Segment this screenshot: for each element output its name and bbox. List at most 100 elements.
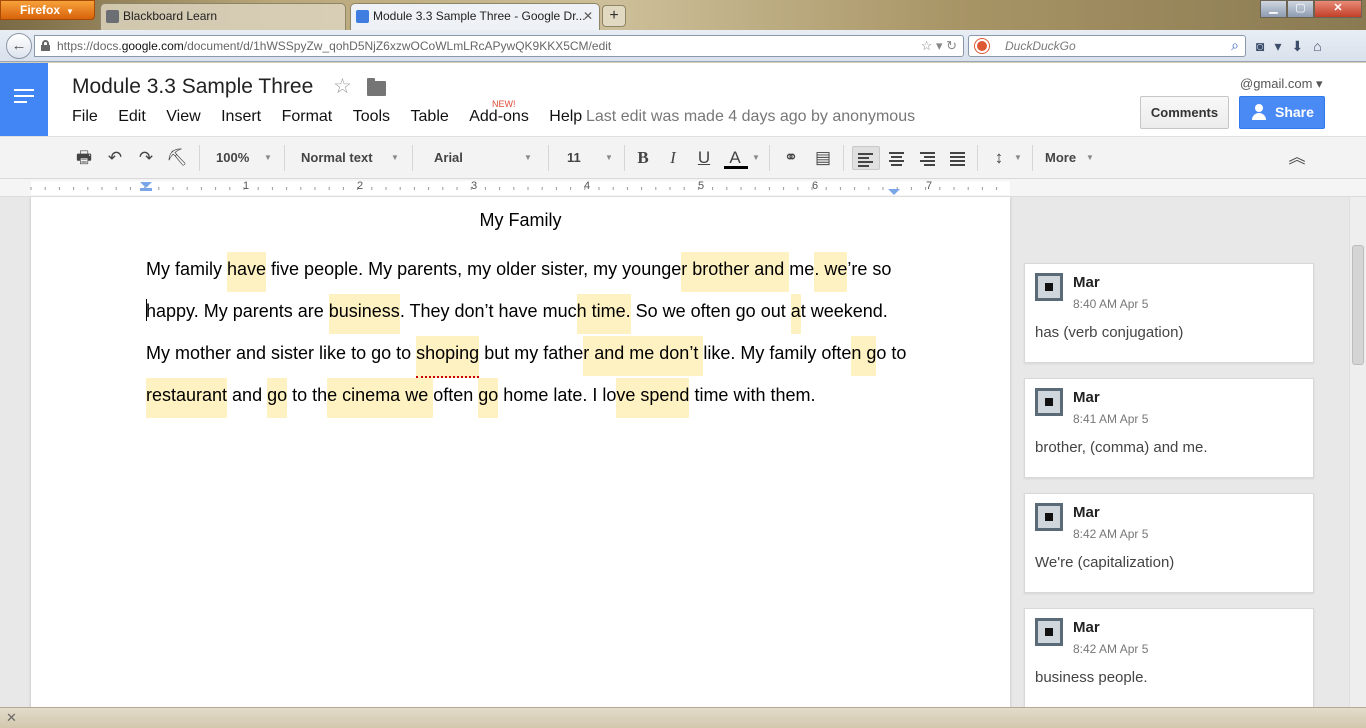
duckduckgo-icon xyxy=(975,39,989,53)
search-icon[interactable]: ⌕ xyxy=(1231,37,1239,54)
menu-view[interactable]: View xyxy=(166,108,200,126)
text-run: My family xyxy=(146,259,227,279)
avatar xyxy=(1035,503,1063,531)
bookmark-star-icon[interactable]: ☆ ▾ ↻ xyxy=(921,38,957,54)
more-button[interactable]: More ▼ xyxy=(1045,146,1097,170)
menu-insert[interactable]: Insert xyxy=(221,108,261,126)
style-select[interactable]: Normal text ▼ xyxy=(301,146,403,170)
align-center-button[interactable] xyxy=(884,146,910,170)
ruler-number: 6 xyxy=(812,180,819,192)
tab-google-docs[interactable]: Module 3.3 Sample Three - Google Dr... ✕ xyxy=(350,3,600,30)
comment-author: Mar xyxy=(1073,619,1100,636)
tab-blackboard[interactable]: Blackboard Learn xyxy=(100,3,346,30)
editing-toolbar: 🖶 ↶ ↷ ⛏ 100% ▼ Normal text ▼ Arial ▼ 11 ▼ B … xyxy=(0,136,1366,179)
text-color-button[interactable]: A xyxy=(723,146,748,170)
align-left-icon xyxy=(858,153,873,169)
document-line: My mother and sister like to go to shopi… xyxy=(146,332,936,378)
menu-format[interactable]: Format xyxy=(282,108,333,126)
scrollbar-thumb[interactable] xyxy=(1352,245,1364,365)
vertical-scrollbar[interactable] xyxy=(1349,197,1366,707)
search-bar[interactable]: DuckDuckGo ⌕ xyxy=(968,35,1246,57)
last-edit-link[interactable]: Last edit was made 4 days ago by anonymo… xyxy=(586,108,915,126)
redo-icon[interactable]: ↷ xyxy=(134,146,158,170)
ruler-number: 5 xyxy=(698,180,705,192)
comment-highlight: h time. xyxy=(576,294,631,334)
comment-icon[interactable]: ▤ xyxy=(811,146,835,170)
line-spacing-icon[interactable]: ↕ xyxy=(987,146,1011,170)
comments-panel: Mar 8:40 AM Apr 5 has (verb conjugation)… xyxy=(1024,263,1314,707)
toolbar-extension-icons[interactable]: ◙▾⬇⌂ xyxy=(1256,38,1332,55)
account-switcher[interactable]: @gmail.com ▾ xyxy=(1240,76,1323,92)
document-body[interactable]: My family have five people. My parents, … xyxy=(146,248,936,418)
zoom-select[interactable]: 100% ▼ xyxy=(216,146,276,170)
lock-icon xyxy=(41,40,50,51)
comment-text: We're (capitalization) xyxy=(1035,554,1175,571)
close-tab-icon[interactable]: ✕ xyxy=(583,4,593,28)
font-select[interactable]: Arial ▼ xyxy=(434,146,534,170)
comment-highlight: go xyxy=(478,378,499,418)
share-button[interactable]: Share xyxy=(1239,96,1325,129)
comment-text: business people. xyxy=(1035,669,1148,686)
comment-highlight: n g xyxy=(851,336,877,376)
text-run: ’re so xyxy=(847,259,892,279)
bold-button[interactable]: B xyxy=(631,146,655,170)
menu-help[interactable]: Help xyxy=(549,108,582,126)
new-tab-button[interactable]: + xyxy=(602,5,626,27)
font-size-select[interactable]: 11 ▼ xyxy=(567,146,617,170)
italic-button[interactable]: I xyxy=(661,146,685,170)
comment-time: 8:42 AM Apr 5 xyxy=(1073,642,1149,656)
text-run: t weekend. xyxy=(800,301,888,321)
menu-add-ons[interactable]: Add-ons xyxy=(469,108,529,126)
comment-highlight: ve spend xyxy=(616,378,690,418)
docs-logo-icon[interactable] xyxy=(0,63,48,136)
line-spacing-dropdown[interactable]: ▼ xyxy=(1011,146,1025,170)
star-icon[interactable]: ☆ xyxy=(333,74,352,99)
text-run: home late. I lo xyxy=(498,385,617,405)
menu-edit[interactable]: Edit xyxy=(118,108,146,126)
link-icon[interactable]: ⚭ xyxy=(779,146,803,170)
undo-icon[interactable]: ↶ xyxy=(103,146,127,170)
comment-author: Mar xyxy=(1073,274,1100,291)
text-run: happy. My parents are xyxy=(146,301,329,321)
avatar xyxy=(1035,618,1063,646)
ruler-number: 4 xyxy=(584,180,591,192)
firefox-menu-button[interactable]: Firefox ▼ xyxy=(0,0,95,20)
paint-format-icon[interactable]: ⛏ xyxy=(165,146,189,170)
document-title[interactable]: Module 3.3 Sample Three xyxy=(72,75,313,99)
comment-card[interactable]: Mar 8:42 AM Apr 5 We're (capitalization) xyxy=(1024,493,1314,593)
comment-highlight: . we xyxy=(814,252,848,292)
comment-card[interactable]: Mar 8:41 AM Apr 5 brother, (comma) and m… xyxy=(1024,378,1314,478)
justify-button[interactable] xyxy=(945,146,971,170)
ruler-number: 7 xyxy=(926,180,933,192)
comment-time: 8:42 AM Apr 5 xyxy=(1073,527,1149,541)
menu-tools[interactable]: Tools xyxy=(353,108,390,126)
url-bar[interactable]: https://docs.google.com/document/d/1hWSS… xyxy=(34,35,964,57)
underline-button[interactable]: U xyxy=(692,146,716,170)
document-page[interactable]: My Family My family have five people. My… xyxy=(31,197,1010,707)
minimize-button[interactable]: ▁ xyxy=(1260,0,1287,18)
comment-text: brother, (comma) and me. xyxy=(1035,439,1208,456)
comments-button[interactable]: Comments xyxy=(1140,96,1229,129)
text-color-dropdown[interactable]: ▼ xyxy=(749,146,763,170)
maximize-button[interactable]: ▢ xyxy=(1287,0,1314,18)
align-right-icon xyxy=(920,152,935,168)
close-window-button[interactable]: ✕ xyxy=(1314,0,1362,18)
collapse-chevron-icon[interactable]: ︽ xyxy=(1285,146,1309,170)
ruler-number: 3 xyxy=(471,180,478,192)
close-icon[interactable]: ✕ xyxy=(6,710,17,726)
print-icon[interactable]: 🖶 xyxy=(72,146,96,170)
text-run: and xyxy=(227,385,268,405)
comment-highlight: business xyxy=(328,294,400,334)
align-right-button[interactable] xyxy=(915,146,941,170)
comment-card[interactable]: Mar 8:42 AM Apr 5 business people. xyxy=(1024,608,1314,707)
comment-card[interactable]: Mar 8:40 AM Apr 5 has (verb conjugation) xyxy=(1024,263,1314,363)
align-left-button[interactable] xyxy=(852,146,880,170)
folder-icon[interactable] xyxy=(367,78,386,96)
menu-file[interactable]: File xyxy=(72,108,98,126)
url-text: https://docs.google.com/document/d/1hWSS… xyxy=(57,39,612,53)
menu-table[interactable]: Table xyxy=(411,108,449,126)
person-icon xyxy=(1252,104,1266,120)
avatar xyxy=(1035,273,1063,301)
back-arrow-icon[interactable]: ← xyxy=(6,33,32,59)
new-badge: NEW! xyxy=(492,99,516,109)
